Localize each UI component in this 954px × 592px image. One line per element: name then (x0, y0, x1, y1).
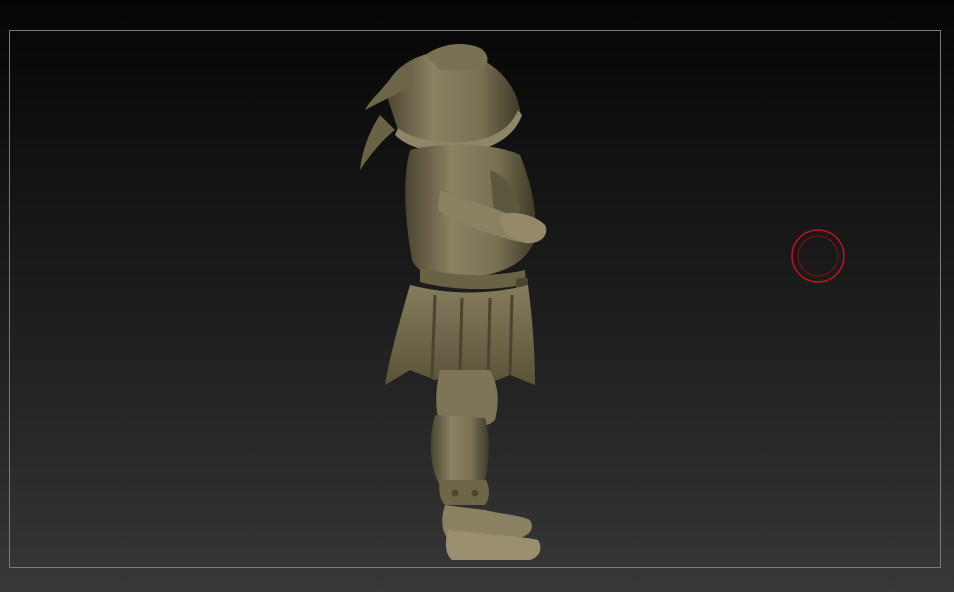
skirt-fold-3 (486, 297, 492, 383)
brush-circle-icon (791, 229, 845, 283)
horn (360, 115, 395, 170)
sculpt-model[interactable] (340, 40, 570, 570)
cuff-rivet-1 (451, 489, 459, 497)
cuff-rivet-2 (471, 489, 479, 497)
shin (430, 415, 489, 488)
viewport-canvas[interactable] (0, 0, 954, 592)
skirt-fold-4 (508, 294, 514, 376)
skirt-fold-2 (458, 297, 464, 371)
ankle-cuff (439, 480, 489, 505)
